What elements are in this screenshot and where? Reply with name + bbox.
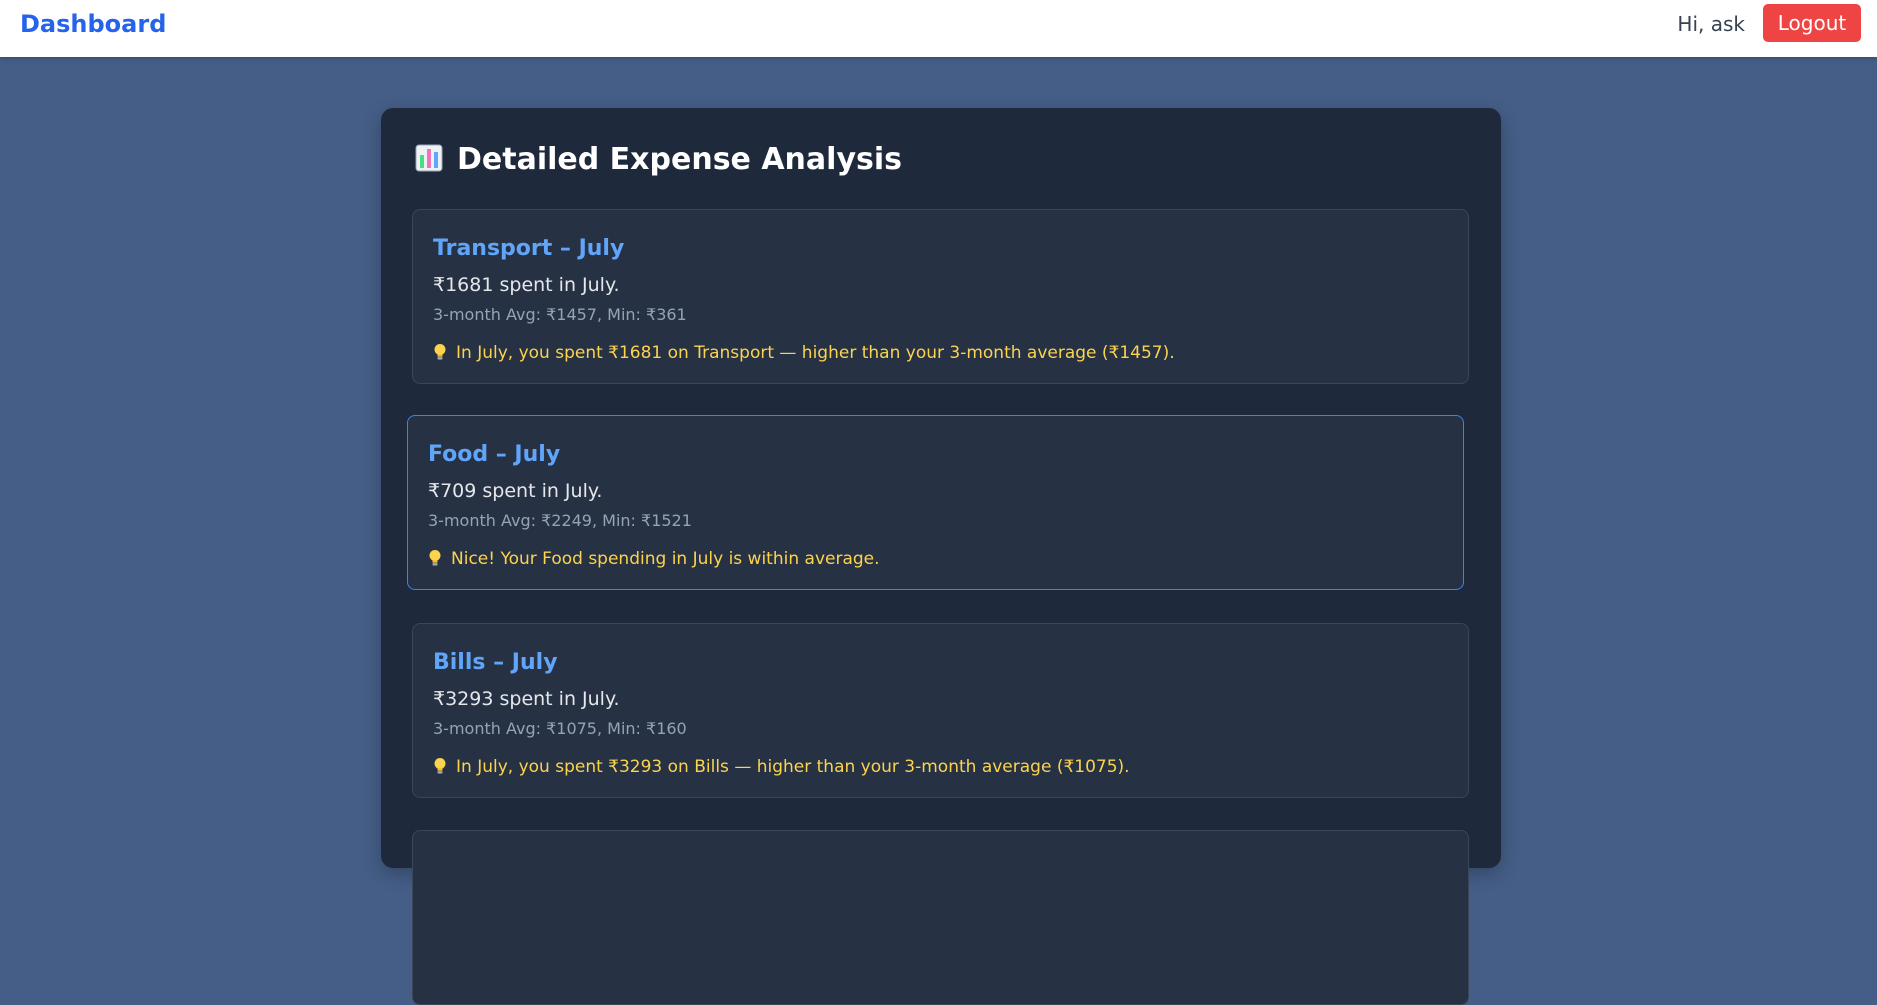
expense-card-food[interactable]: Food – July ₹709 spent in July. 3-month … <box>407 415 1464 590</box>
lightbulb-icon <box>434 344 446 360</box>
user-greeting: Hi, ask <box>1677 12 1745 36</box>
card-insight: In July, you spent ₹1681 on Transport — … <box>433 341 1175 365</box>
expense-card-transport[interactable]: Transport – July ₹1681 spent in July. 3-… <box>412 209 1469 384</box>
card-insight: In July, you spent ₹3293 on Bills — high… <box>433 755 1130 779</box>
expense-card-bills[interactable]: Bills – July ₹3293 spent in July. 3-mont… <box>412 623 1469 798</box>
card-insight-text: In July, you spent ₹3293 on Bills — high… <box>456 757 1130 777</box>
expense-analysis-panel: Detailed Expense Analysis Transport – Ju… <box>381 108 1501 1005</box>
card-spent: ₹709 spent in July. <box>428 480 603 502</box>
card-stats: 3-month Avg: ₹1075, Min: ₹160 <box>433 719 687 738</box>
card-insight-text: Nice! Your Food spending in July is with… <box>451 549 880 569</box>
bar-chart-icon <box>415 144 443 172</box>
page-title: Detailed Expense Analysis <box>415 140 902 180</box>
card-insight: Nice! Your Food spending in July is with… <box>428 547 880 571</box>
card-title: Bills – July <box>433 650 558 675</box>
card-insight-text: In July, you spent ₹1681 on Transport — … <box>456 343 1175 363</box>
top-navbar: Dashboard Hi, ask Logout <box>0 0 1877 57</box>
lightbulb-icon <box>429 550 441 566</box>
dashboard-link[interactable]: Dashboard <box>20 8 166 40</box>
card-title: Transport – July <box>433 236 625 261</box>
lightbulb-icon <box>434 758 446 774</box>
card-spent: ₹1681 spent in July. <box>433 274 620 296</box>
expense-card-next[interactable] <box>412 830 1469 1005</box>
card-title: Food – July <box>428 442 561 467</box>
logout-button[interactable]: Logout <box>1763 4 1861 42</box>
page-title-text: Detailed Expense Analysis <box>457 142 902 177</box>
card-stats: 3-month Avg: ₹1457, Min: ₹361 <box>433 305 687 324</box>
card-spent: ₹3293 spent in July. <box>433 688 620 710</box>
card-stats: 3-month Avg: ₹2249, Min: ₹1521 <box>428 511 692 530</box>
